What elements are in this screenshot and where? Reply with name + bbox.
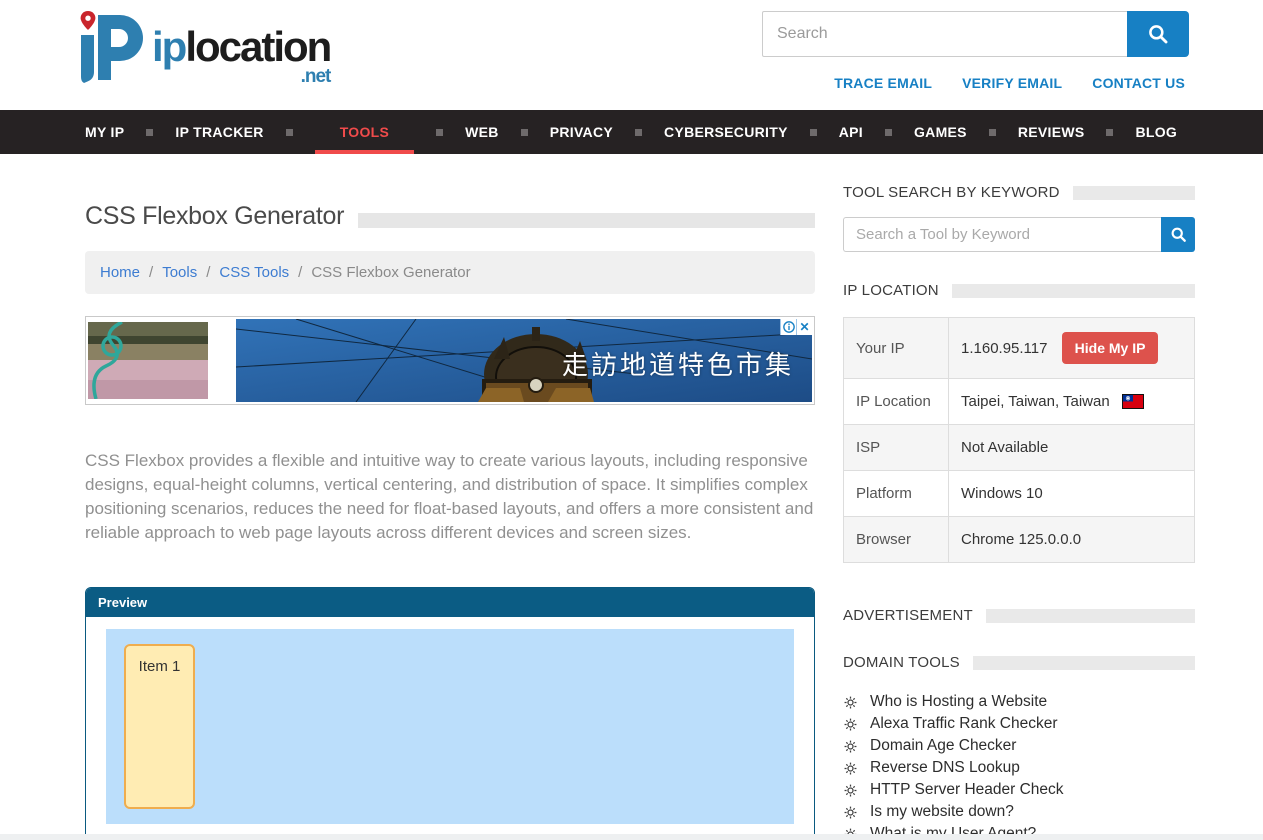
title-decoration-bar bbox=[358, 213, 815, 228]
domain-tool-link[interactable]: Domain Age Checker bbox=[843, 735, 1195, 757]
nav-separator bbox=[286, 129, 293, 136]
ad-left-image[interactable] bbox=[88, 322, 208, 399]
page-bottom-strip bbox=[0, 834, 1263, 840]
search-button[interactable] bbox=[1127, 11, 1189, 57]
ad-caption-text: 走訪地道特色市集 bbox=[562, 345, 794, 382]
gear-icon bbox=[843, 739, 858, 754]
main-nav: MY IP IP TRACKER TOOLS WEB PRIVACY CYBER… bbox=[0, 110, 1263, 154]
verify-email-link[interactable]: VERIFY EMAIL bbox=[962, 75, 1062, 91]
gear-icon bbox=[843, 717, 858, 732]
heading-decoration-bar bbox=[952, 284, 1195, 298]
tool-description: CSS Flexbox provides a flexible and intu… bbox=[85, 449, 815, 545]
nav-item-reviews[interactable]: REVIEWS bbox=[1018, 110, 1085, 154]
nav-item-web[interactable]: WEB bbox=[465, 110, 499, 154]
adchoices-info-icon[interactable] bbox=[780, 319, 796, 335]
logo-mark-icon bbox=[74, 8, 148, 86]
gear-icon bbox=[843, 783, 858, 798]
domain-tool-link[interactable]: Who is Hosting a Website bbox=[843, 691, 1195, 713]
breadcrumb-separator: / bbox=[298, 264, 302, 281]
isp-value: Not Available bbox=[949, 425, 1195, 471]
nav-item-tools[interactable]: TOOLS bbox=[315, 110, 414, 154]
site-header: iplocation .net TRACE EMAIL VERIFY EMAIL… bbox=[0, 0, 1263, 110]
tool-search-input[interactable] bbox=[843, 217, 1161, 252]
domain-tool-link[interactable]: Alexa Traffic Rank Checker bbox=[843, 713, 1195, 735]
heading-decoration-bar bbox=[973, 656, 1195, 670]
domain-tools-heading: DOMAIN TOOLS bbox=[843, 654, 1195, 671]
table-row: IP Location Taipei, Taiwan, Taiwan bbox=[844, 379, 1195, 425]
flexbox-preview-item: Item 1 bbox=[124, 644, 195, 809]
breadcrumb-separator: / bbox=[149, 264, 153, 281]
advertisement-heading: ADVERTISEMENT bbox=[843, 607, 1195, 624]
tool-search-heading: TOOL SEARCH BY KEYWORD bbox=[843, 184, 1195, 201]
nav-separator bbox=[436, 129, 443, 136]
header-links: TRACE EMAIL VERIFY EMAIL CONTACT US bbox=[834, 75, 1185, 91]
nav-item-cybersecurity[interactable]: CYBERSECURITY bbox=[664, 110, 788, 154]
nav-item-my-ip[interactable]: MY IP bbox=[85, 110, 124, 154]
breadcrumb-separator: / bbox=[206, 264, 210, 281]
search-input[interactable] bbox=[762, 11, 1127, 57]
domain-tools-list: Who is Hosting a Website Alexa Traffic R… bbox=[843, 691, 1195, 840]
ad-close-icon[interactable]: ✕ bbox=[796, 319, 812, 335]
nav-item-api[interactable]: API bbox=[839, 110, 863, 154]
nav-separator bbox=[810, 129, 817, 136]
taiwan-flag-icon bbox=[1122, 394, 1144, 409]
table-row: ISP Not Available bbox=[844, 425, 1195, 471]
nav-item-privacy[interactable]: PRIVACY bbox=[550, 110, 613, 154]
table-row: Platform Windows 10 bbox=[844, 471, 1195, 517]
breadcrumb-home[interactable]: Home bbox=[100, 264, 140, 281]
site-logo[interactable]: iplocation .net bbox=[74, 8, 330, 88]
domain-tool-link[interactable]: Is my website down? bbox=[843, 801, 1195, 823]
contact-us-link[interactable]: CONTACT US bbox=[1092, 75, 1185, 91]
ad-banner: 走訪地道特色市集 ✕ bbox=[85, 316, 815, 405]
search-icon bbox=[1147, 23, 1169, 45]
header-search bbox=[762, 11, 1189, 57]
gear-icon bbox=[843, 761, 858, 776]
nav-item-games[interactable]: GAMES bbox=[914, 110, 967, 154]
breadcrumb-css-tools[interactable]: CSS Tools bbox=[219, 264, 289, 281]
domain-tool-link[interactable]: HTTP Server Header Check bbox=[843, 779, 1195, 801]
ad-creative[interactable]: 走訪地道特色市集 ✕ bbox=[236, 319, 812, 402]
nav-separator bbox=[1106, 129, 1113, 136]
breadcrumb-current: CSS Flexbox Generator bbox=[311, 264, 470, 281]
gear-icon bbox=[843, 695, 858, 710]
preview-panel-title: Preview bbox=[86, 588, 814, 617]
trace-email-link[interactable]: TRACE EMAIL bbox=[834, 75, 932, 91]
nav-item-blog[interactable]: BLOG bbox=[1135, 110, 1177, 154]
tool-search-button[interactable] bbox=[1161, 217, 1195, 252]
nav-separator bbox=[521, 129, 528, 136]
nav-separator bbox=[146, 129, 153, 136]
your-ip-value: 1.160.95.117 bbox=[961, 340, 1047, 357]
heading-decoration-bar bbox=[986, 609, 1195, 623]
ip-location-value: Taipei, Taiwan, Taiwan bbox=[961, 393, 1110, 410]
nav-separator bbox=[885, 129, 892, 136]
table-row: Browser Chrome 125.0.0.0 bbox=[844, 517, 1195, 563]
nav-separator bbox=[635, 129, 642, 136]
preview-panel: Preview Item 1 bbox=[85, 587, 815, 840]
table-row: Your IP 1.160.95.117 Hide My IP bbox=[844, 318, 1195, 379]
heading-decoration-bar bbox=[1073, 186, 1195, 200]
page-title: CSS Flexbox Generator bbox=[85, 202, 344, 231]
hide-my-ip-button[interactable]: Hide My IP bbox=[1062, 332, 1159, 364]
platform-value: Windows 10 bbox=[949, 471, 1195, 517]
ip-location-table: Your IP 1.160.95.117 Hide My IP IP Locat… bbox=[843, 317, 1195, 563]
breadcrumb-tools[interactable]: Tools bbox=[162, 264, 197, 281]
flexbox-preview-container: Item 1 bbox=[106, 629, 794, 824]
gear-icon bbox=[843, 805, 858, 820]
browser-value: Chrome 125.0.0.0 bbox=[949, 517, 1195, 563]
breadcrumb: Home / Tools / CSS Tools / CSS Flexbox G… bbox=[85, 251, 815, 294]
search-icon bbox=[1170, 226, 1187, 243]
nav-item-ip-tracker[interactable]: IP TRACKER bbox=[175, 110, 263, 154]
domain-tool-link[interactable]: Reverse DNS Lookup bbox=[843, 757, 1195, 779]
logo-tld: .net bbox=[301, 66, 331, 88]
ip-location-heading: IP LOCATION bbox=[843, 282, 1195, 299]
logo-text: iplocation bbox=[152, 26, 330, 68]
nav-separator bbox=[989, 129, 996, 136]
